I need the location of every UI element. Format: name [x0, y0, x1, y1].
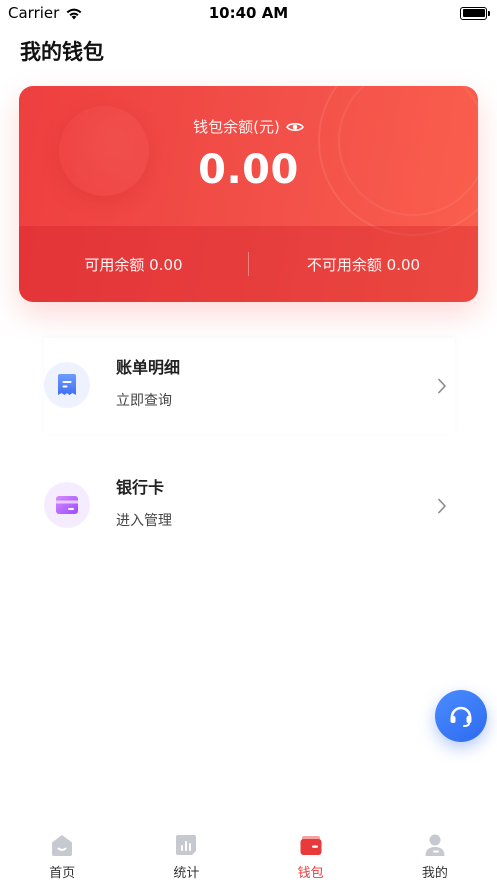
balance-label-row: 钱包余额(元) [193, 116, 304, 137]
chevron-right-icon [438, 498, 446, 514]
battery-icon [460, 6, 490, 20]
status-left: Carrier [8, 4, 83, 22]
tab-wallet-label: 钱包 [297, 866, 324, 881]
home-icon [52, 835, 73, 856]
tab-home-label: 首页 [49, 866, 76, 881]
wallet-card: 钱包余额(元) 0.00 可用余额 0.00 不可用余额 0.00 [19, 86, 478, 302]
customer-support-button[interactable] [435, 690, 487, 742]
bill-details-title: 账单明细 [116, 358, 181, 377]
stats-icon [176, 835, 197, 855]
unavailable-balance: 不可用余额 0.00 [306, 255, 421, 274]
available-balance: 可用余额 0.00 [84, 255, 183, 274]
tab-stats[interactable]: 统计 [124, 825, 248, 883]
tab-profile-label: 我的 [421, 866, 448, 881]
bank-card-title: 银行卡 [116, 478, 165, 497]
bill-details-subtitle: 立即查询 [116, 393, 172, 409]
bill-icon-wrap [44, 362, 90, 408]
receipt-icon [58, 374, 76, 395]
carrier-label: Carrier [8, 4, 60, 22]
page-title: 我的钱包 [20, 40, 104, 64]
wifi-icon [66, 8, 82, 19]
tab-wallet[interactable]: 钱包 [249, 825, 373, 883]
balance-label: 钱包余额(元) [193, 118, 280, 136]
wallet-balance-section: 钱包余额(元) 0.00 [19, 86, 478, 226]
bank-icon-wrap [44, 482, 90, 528]
profile-icon [425, 834, 445, 856]
tab-profile[interactable]: 我的 [373, 825, 497, 883]
wallet-icon [300, 836, 322, 855]
tab-bar: 首页 统计 钱包 我的 [0, 825, 497, 883]
eye-icon[interactable] [285, 121, 304, 133]
status-bar: Carrier 10:40 AM [0, 0, 497, 26]
bank-card-icon [56, 496, 78, 514]
bank-card-item[interactable]: 银行卡 进入管理 [44, 458, 455, 554]
bill-details-item[interactable]: 账单明细 立即查询 [44, 338, 455, 434]
wallet-sub-balances: 可用余额 0.00 不可用余额 0.00 [19, 226, 478, 302]
tab-home[interactable]: 首页 [0, 825, 124, 883]
balance-amount: 0.00 [198, 147, 299, 193]
tab-stats-label: 统计 [173, 866, 200, 881]
bank-card-subtitle: 进入管理 [116, 513, 172, 529]
chevron-right-icon [438, 378, 446, 394]
headset-icon [450, 706, 472, 727]
